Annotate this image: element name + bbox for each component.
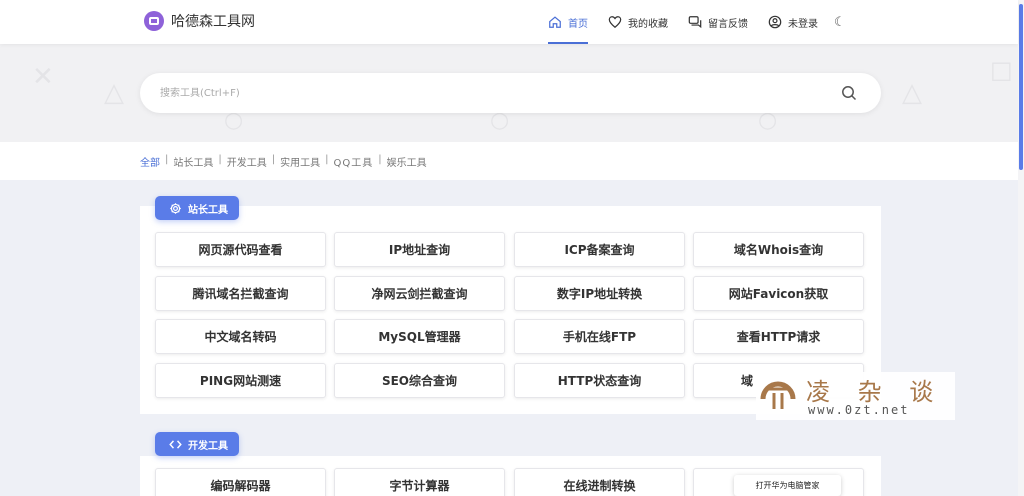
category-webmaster[interactable]: 站长工具 [173, 154, 213, 169]
tool-button[interactable]: 字节计算器 [334, 468, 505, 496]
home-icon [549, 16, 561, 28]
tool-button[interactable]: ICP备案查询 [514, 232, 685, 267]
category-separator: | [325, 154, 329, 165]
tool-button[interactable]: 数字IP地址转换 [514, 276, 685, 311]
category-filter: 全部 | 站长工具 | 开发工具 | 实用工具 | QQ工具 | 娱乐工具 [140, 154, 427, 169]
top-header: 哈德森工具网 首页 我的收藏 留言反馈 未登录 ☾ [0, 0, 1018, 44]
tool-label: 腾讯域名拦截查询 [192, 287, 289, 301]
search-input[interactable] [160, 83, 820, 103]
logo-icon [144, 11, 164, 31]
tool-label: 字节计算器 [389, 479, 450, 493]
tool-label: 域 [741, 374, 754, 388]
tool-label: SEO综合查询 [381, 374, 458, 388]
tool-button[interactable]: 腾讯域名拦截查询 [155, 276, 326, 311]
section-title-label: 站长工具 [188, 204, 228, 216]
section-title-webmaster: 站长工具 [155, 196, 239, 220]
decor-triangle-icon: △ [104, 78, 124, 108]
tool-label: HTTP状态查询 [557, 374, 642, 388]
tool-button[interactable]: IP地址查询 [334, 232, 505, 267]
tool-label: 编码解码器 [210, 479, 271, 493]
nav-label: 首页 [568, 18, 588, 30]
category-dev[interactable]: 开发工具 [227, 154, 267, 169]
site-logo[interactable]: 哈德森工具网 [144, 11, 255, 31]
category-separator: | [218, 154, 222, 165]
tool-button[interactable]: HTTP状态查询 [514, 363, 685, 398]
tool-label: ICP备案查询 [564, 243, 635, 257]
nav-label: 我的收藏 [628, 18, 668, 30]
tool-button[interactable]: 中文域名转码 [155, 319, 326, 354]
search-box [140, 73, 881, 113]
tool-button[interactable]: 手机在线FTP [514, 319, 685, 354]
watermark-url: www.0zt.net [808, 403, 910, 417]
decor-triangle-icon: △ [902, 78, 922, 108]
tool-button[interactable]: 域名Whois查询 [693, 232, 864, 267]
decor-x-icon: ✕ [32, 62, 54, 92]
search-icon[interactable] [841, 85, 857, 101]
category-bar: 全部 | 站长工具 | 开发工具 | 实用工具 | QQ工具 | 娱乐工具 [0, 142, 1018, 180]
nav-item-feedback[interactable]: 留言反馈 [688, 0, 748, 44]
tool-button[interactable]: 净网云剑拦截查询 [334, 276, 505, 311]
nav-label: 未登录 [788, 18, 818, 30]
heart-icon [608, 16, 622, 29]
nav-item-login[interactable]: 未登录 [768, 0, 818, 44]
code-icon [169, 439, 182, 449]
tool-label: 查看HTTP请求 [736, 330, 821, 344]
tool-label: 手机在线FTP [562, 330, 637, 344]
category-separator: | [378, 154, 382, 165]
category-separator: | [165, 154, 169, 165]
tool-button[interactable]: MySQL管理器 [334, 319, 505, 354]
site-name: 哈德森工具网 [171, 14, 255, 30]
watermark: 凌 杂 谈 www.0zt.net [756, 372, 955, 420]
tool-label: 网页源代码查看 [198, 243, 283, 257]
watermark-title: 凌 杂 谈 [806, 378, 944, 406]
page-scrollbar[interactable] [1018, 0, 1024, 496]
scrollbar-thumb[interactable] [1019, 4, 1023, 170]
gear-icon [170, 202, 181, 214]
tool-label: IP地址查询 [388, 243, 451, 257]
category-utility[interactable]: 实用工具 [280, 154, 320, 169]
category-qq[interactable]: QQ工具 [334, 154, 374, 169]
watermark-logo-icon [760, 381, 796, 409]
tool-label: PING网站测速 [199, 374, 282, 388]
message-icon [688, 16, 702, 29]
tool-button[interactable]: 网站Favicon获取 [693, 276, 864, 311]
tool-label: MySQL管理器 [378, 330, 461, 344]
tooltip: 打开华为电脑管家 [734, 475, 841, 496]
main-nav: 首页 我的收藏 留言反馈 未登录 ☾ [548, 0, 846, 44]
moon-icon[interactable]: ☾ [834, 15, 846, 30]
section-title-dev: 开发工具 [155, 432, 239, 456]
decor-square-icon: □ [990, 56, 1013, 84]
category-all[interactable]: 全部 [140, 154, 160, 169]
tool-label: 域名Whois查询 [733, 243, 824, 257]
nav-item-favorites[interactable]: 我的收藏 [608, 0, 668, 44]
tool-button[interactable]: 在线进制转换 [514, 468, 685, 496]
tool-button[interactable]: 编码解码器 [155, 468, 326, 496]
nav-label: 留言反馈 [708, 18, 748, 30]
tool-button[interactable]: SEO综合查询 [334, 363, 505, 398]
tool-button[interactable]: 查看HTTP请求 [693, 319, 864, 354]
tool-label: 在线进制转换 [563, 479, 636, 493]
tool-button[interactable]: 网页源代码查看 [155, 232, 326, 267]
tool-label: 数字IP地址转换 [556, 287, 643, 301]
category-fun[interactable]: 娱乐工具 [387, 154, 427, 169]
tool-button[interactable]: PING网站测速 [155, 363, 326, 398]
tool-label: 中文域名转码 [204, 330, 277, 344]
section-title-label: 开发工具 [188, 440, 228, 452]
tool-label: 净网云剑拦截查询 [371, 287, 468, 301]
nav-item-home[interactable]: 首页 [548, 0, 588, 44]
user-icon [768, 15, 782, 29]
category-separator: | [271, 154, 276, 165]
tool-label: 网站Favicon获取 [728, 287, 829, 301]
